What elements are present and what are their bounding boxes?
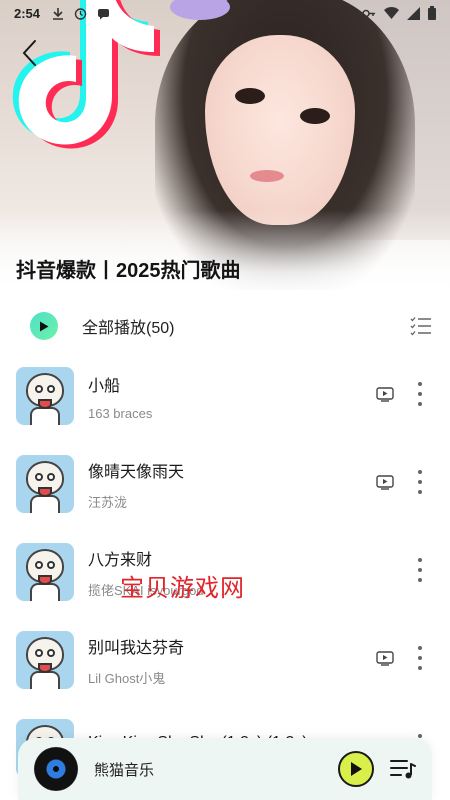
play-all-label: 全部播放(50): [82, 320, 175, 337]
play-icon: [351, 762, 362, 776]
status-time: 2:54: [14, 5, 41, 21]
song-title: 像晴天像雨天: [88, 463, 185, 481]
more-options-icon[interactable]: [416, 470, 424, 494]
back-arrow-icon: [22, 40, 36, 66]
song-row[interactable]: 像晴天像雨天 汪苏泷: [0, 440, 450, 528]
play-all-button[interactable]: [30, 312, 58, 340]
play-icon: [40, 321, 49, 331]
mini-player[interactable]: 熊猫音乐: [18, 738, 432, 800]
player-play-button[interactable]: [338, 751, 374, 787]
vinyl-disc-icon[interactable]: [34, 747, 78, 791]
song-cover: [16, 631, 74, 689]
download-icon: [53, 7, 64, 20]
multi-select-list-icon[interactable]: [410, 316, 432, 336]
song-artist: 163 braces: [88, 405, 153, 421]
battery-icon: [428, 6, 436, 20]
mv-video-icon[interactable]: [376, 650, 394, 666]
song-cover: [16, 455, 74, 513]
song-artist: 汪苏泷: [88, 494, 128, 510]
mv-video-icon[interactable]: [376, 386, 394, 402]
song-title: 别叫我达芬奇: [88, 639, 185, 657]
watermark-text: 宝贝游戏网: [120, 575, 245, 602]
play-all-row[interactable]: 全部播放(50): [0, 300, 450, 352]
song-artist: Lil Ghost小鬼: [88, 670, 166, 686]
vpn-key-icon: [362, 9, 375, 17]
chat-icon: [98, 8, 110, 19]
playlist-queue-icon[interactable]: [390, 758, 416, 780]
song-row[interactable]: 别叫我达芬奇 Lil Ghost小鬼: [0, 616, 450, 704]
signal-icon: [407, 6, 420, 20]
song-title: 八方来财: [88, 551, 153, 569]
more-options-icon[interactable]: [416, 646, 424, 670]
alarm-icon: [74, 7, 87, 20]
more-options-icon[interactable]: [416, 558, 424, 582]
song-row[interactable]: 小船 163 braces: [0, 352, 450, 440]
mv-video-icon[interactable]: [376, 474, 394, 490]
more-options-icon[interactable]: [416, 382, 424, 406]
back-button[interactable]: [14, 38, 44, 68]
wifi-icon: [384, 7, 399, 19]
song-title: 小船: [88, 377, 121, 395]
song-cover: [16, 367, 74, 425]
song-cover: [16, 543, 74, 601]
player-app-name: 熊猫音乐: [94, 761, 155, 779]
status-bar: 2:54: [0, 0, 450, 26]
playlist-title: 抖音爆款丨2025热门歌曲: [16, 260, 241, 282]
